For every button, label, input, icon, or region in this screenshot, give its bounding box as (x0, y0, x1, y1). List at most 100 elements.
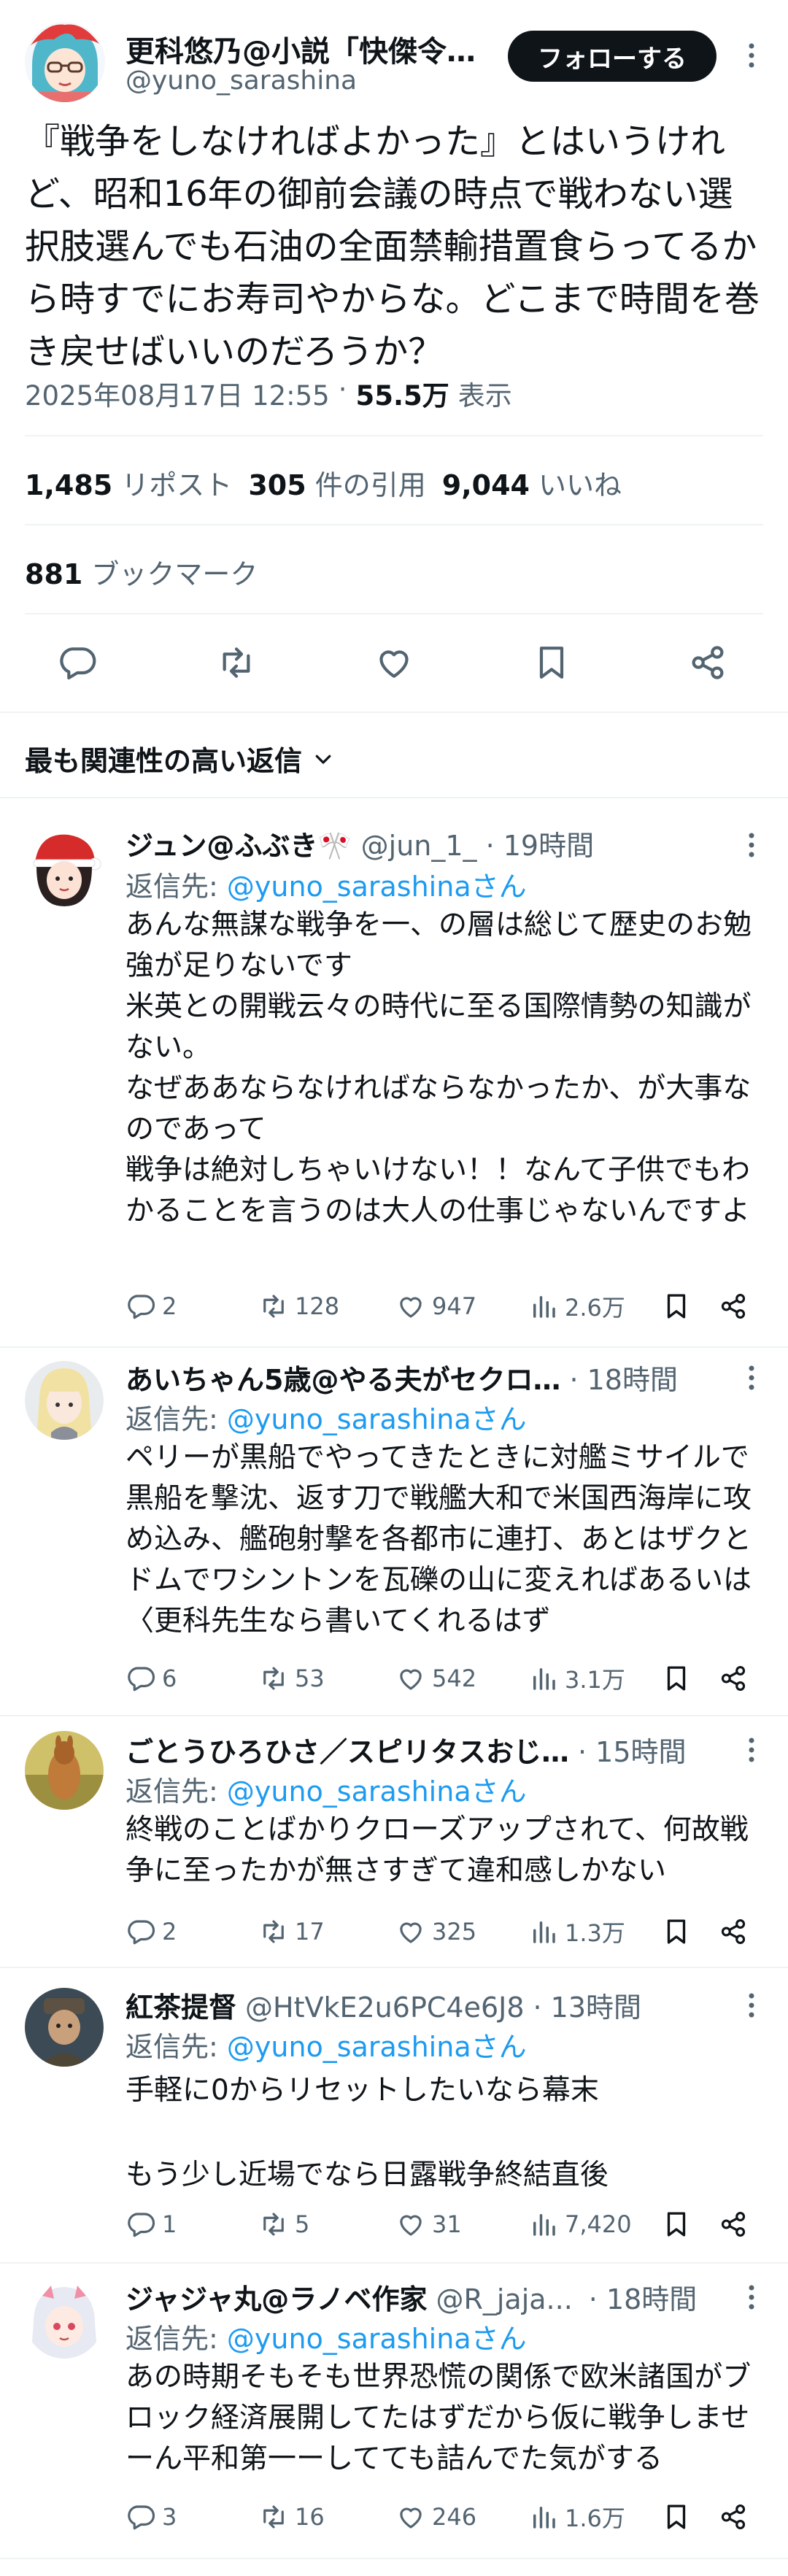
quotes-stat[interactable]: 305 件の引用 (248, 463, 425, 503)
reply-text: あの時期そもそも世界恐慌の関係で欧米諸国がブロック経済展開してたはずだから仮に戦… (125, 2361, 752, 2475)
like-button[interactable]: 542 (395, 1663, 528, 1694)
share-icon (721, 1666, 746, 1691)
divider (25, 435, 763, 436)
like-button[interactable]: 31 (395, 2209, 528, 2240)
author-handle[interactable]: @yuno_sarashina (125, 66, 357, 96)
reply-avatar[interactable] (25, 1361, 104, 1440)
share-button[interactable] (718, 1916, 754, 1947)
reply-author-name[interactable]: ごとうひろひさ／スピリタスおじ… (125, 1729, 569, 1770)
reply-to-link[interactable]: @yuno_sarashinaさん (227, 871, 527, 903)
reply-count-button[interactable]: 1 (125, 2209, 258, 2240)
divider (25, 613, 763, 614)
views-count: 55.5万 (355, 380, 449, 412)
reply-to-link[interactable]: @yuno_sarashinaさん (227, 2031, 527, 2063)
reply-to-link[interactable]: @yuno_sarashinaさん (227, 2323, 527, 2355)
bookmark-button[interactable] (661, 1663, 718, 1694)
tweet-text: 『戦争をしなければよかった』とはいうけれど、昭和16年の御前会議の時点で戦わない… (25, 121, 760, 372)
reply-time[interactable]: · 15時間 (578, 1729, 687, 1770)
like-button[interactable]: 246 (395, 2502, 528, 2532)
share-button[interactable] (718, 1663, 754, 1694)
reply-count-button[interactable]: 2 (125, 1916, 258, 1947)
repost-icon (263, 1295, 284, 1318)
reposts-stat[interactable]: 1,485 リポスト (25, 463, 232, 503)
more-icon[interactable] (730, 1728, 773, 1772)
share-button[interactable] (718, 1291, 754, 1322)
author-avatar[interactable] (25, 22, 105, 102)
reply-avatar[interactable] (25, 1731, 104, 1810)
follow-button-label: フォローする (538, 44, 687, 74)
tweet-timestamp[interactable]: 2025年08月17日 12:55 (25, 374, 330, 413)
reply-count-button[interactable]: 2 (125, 1291, 258, 1322)
repost-button[interactable]: 16 (258, 2502, 395, 2532)
repost-button[interactable]: 17 (258, 1916, 395, 1947)
reply-author-name[interactable]: あいちゃん5歳@やる夫がセクロ… (125, 1357, 560, 1397)
share-button[interactable] (718, 2502, 754, 2532)
views-button[interactable]: 1.6万 (528, 2500, 661, 2534)
reply-time[interactable]: · 18時間 (589, 2277, 698, 2317)
share-icon (721, 2212, 746, 2237)
reply-author-handle[interactable]: @R_jaja... (436, 2283, 572, 2315)
reply-to-label: 返信先: (125, 871, 218, 903)
more-icon[interactable] (730, 823, 773, 867)
views-button[interactable]: 1.3万 (528, 1915, 661, 1948)
like-icon (400, 1922, 422, 1943)
more-icon[interactable] (730, 1356, 773, 1400)
like-button[interactable]: 947 (395, 1291, 528, 1322)
more-icon[interactable] (730, 34, 773, 77)
follow-button[interactable]: フォローする (508, 31, 716, 82)
reply-author-name[interactable]: ジャジャ丸@ラノベ作家 (125, 2277, 427, 2317)
share-button[interactable] (718, 2209, 754, 2240)
bookmark-button[interactable] (661, 2502, 718, 2532)
reply-icon (128, 1667, 155, 1692)
reply-to-label: 返信先: (125, 1403, 218, 1435)
views-button[interactable]: 2.6万 (528, 1289, 661, 1323)
bookmark-button[interactable] (661, 1916, 718, 1947)
author-name[interactable]: 更科悠乃@小説「快傑令… (125, 28, 476, 70)
bookmark-button[interactable] (661, 2209, 718, 2240)
likes-stat[interactable]: 9,044 いいね (442, 463, 622, 503)
views-icon (533, 1921, 555, 1943)
bookmark-icon (667, 2212, 686, 2237)
bookmark-icon[interactable] (531, 642, 572, 686)
more-icon[interactable] (730, 1983, 773, 2027)
reply-time[interactable]: · 18時間 (569, 1357, 678, 1397)
reply-count-button[interactable]: 3 (125, 2502, 258, 2532)
bookmarks-stat[interactable]: 881 ブックマーク (25, 552, 258, 592)
reply-time[interactable]: · 13時間 (533, 1985, 642, 2025)
reply-sort-dropdown[interactable]: 最も関連性の高い返信 (25, 739, 334, 779)
repost-button[interactable]: 53 (258, 1663, 395, 1694)
reply-avatar[interactable] (25, 1988, 104, 2067)
like-icon (400, 2215, 422, 2236)
reply-text: ペリーが黒船でやってきたときに対艦ミサイルで黒船を撃沈、返す刀で戦艦大和で米国西… (125, 1441, 752, 1638)
reply-count-button[interactable]: 6 (125, 1663, 258, 1694)
reply-to-label: 返信先: (125, 1775, 218, 1808)
views-icon (533, 2214, 555, 2236)
reply-author-name[interactable]: ジュン@ふぶき🎌 (125, 823, 352, 863)
like-icon[interactable] (374, 642, 414, 686)
bookmark-icon (667, 1666, 686, 1691)
reply-author-handle[interactable]: @jun_1_ (361, 830, 477, 862)
reply-author-handle[interactable]: @HtVkE2u6PC4e6J8 (245, 1991, 525, 2024)
views-button[interactable]: 3.1万 (528, 1662, 661, 1695)
repost-button[interactable]: 128 (258, 1291, 395, 1322)
repost-icon (263, 2213, 284, 2236)
divider (0, 2558, 788, 2559)
reply-metrics: 6 53 542 3.1万 (125, 1660, 768, 1697)
reply-icon[interactable] (57, 642, 98, 686)
views-button[interactable]: 7,420 (528, 2209, 661, 2240)
divider (0, 1346, 788, 1348)
bookmark-button[interactable] (661, 1291, 718, 1322)
reply-to-link[interactable]: @yuno_sarashinaさん (227, 1775, 527, 1808)
repost-button[interactable]: 5 (258, 2209, 395, 2240)
reply-author-name[interactable]: 紅茶提督 (125, 1985, 236, 2025)
reply-to-link[interactable]: @yuno_sarashinaさん (227, 1403, 527, 1435)
bookmark-icon (667, 1294, 686, 1319)
like-button[interactable]: 325 (395, 1916, 528, 1947)
reply-time[interactable]: · 19時間 (486, 823, 595, 863)
reply-avatar[interactable] (25, 828, 104, 906)
divider (25, 524, 763, 525)
share-icon[interactable] (687, 642, 728, 686)
reply-avatar[interactable] (25, 2280, 104, 2359)
repost-icon[interactable] (216, 642, 257, 686)
more-icon[interactable] (730, 2275, 773, 2319)
